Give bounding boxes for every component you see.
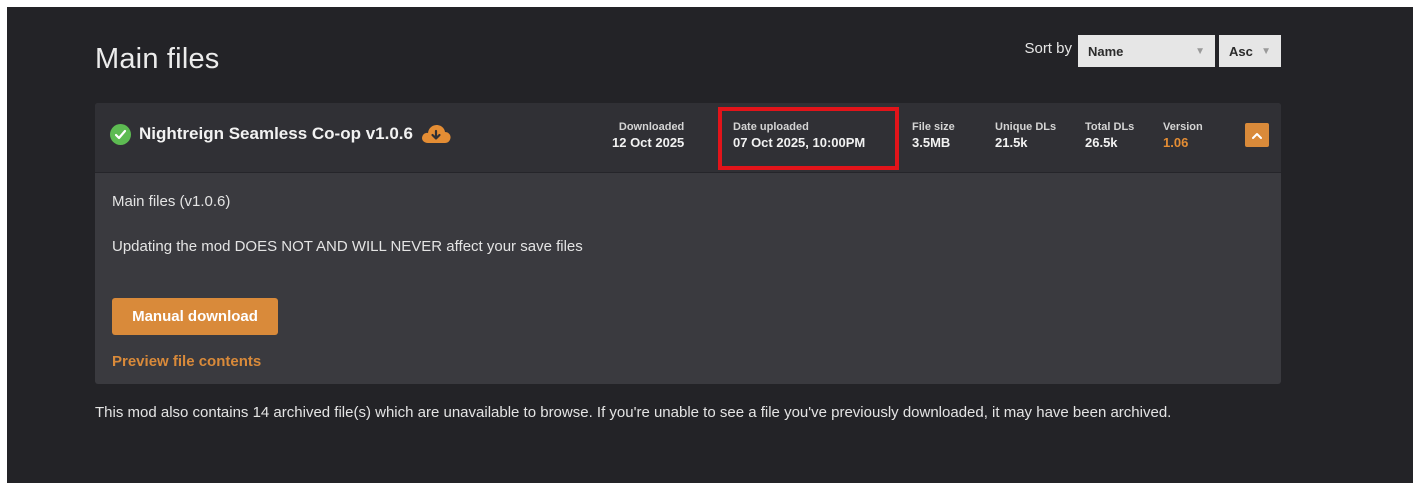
- section-header: Main files Sort by Name ▼ Asc ▼: [95, 33, 1281, 77]
- stat-value: 26.5k: [1085, 135, 1118, 150]
- sort-order-value: Asc: [1229, 43, 1253, 59]
- chevron-down-icon: ▼: [1261, 45, 1271, 57]
- sort-field-value: Name: [1088, 43, 1124, 59]
- collapse-button[interactable]: [1245, 123, 1269, 147]
- stat-label: Downloaded: [618, 121, 685, 133]
- file-description-title: Main files (v1.0.6): [112, 193, 231, 210]
- cloud-download-icon[interactable]: [420, 123, 452, 145]
- sort-field-select[interactable]: Name ▼: [1078, 35, 1215, 67]
- stat-label: Total DLs: [1085, 121, 1135, 133]
- stat-value: 1.06: [1163, 135, 1189, 150]
- stat-version: Version 1.06: [1163, 121, 1203, 150]
- stat-unique-dls: Unique DLs 21.5k: [995, 121, 1056, 150]
- stat-value: 12 Oct 2025: [612, 135, 685, 150]
- chevron-up-icon: [1252, 126, 1262, 144]
- stat-label: Version: [1163, 121, 1203, 133]
- stat-value: 3.5MB: [912, 135, 951, 150]
- stat-downloaded: Downloaded 12 Oct 2025: [612, 121, 684, 150]
- file-card: Nightreign Seamless Co-op v1.0.6 Downloa…: [95, 103, 1281, 384]
- archived-files-note: This mod also contains 14 archived file(…: [95, 404, 1172, 421]
- manual-download-button[interactable]: Manual download: [112, 298, 278, 335]
- page: Main files Sort by Name ▼ Asc ▼ Nightrei…: [7, 7, 1413, 483]
- preview-file-contents-link[interactable]: Preview file contents: [112, 353, 261, 370]
- stat-value: 21.5k: [995, 135, 1028, 150]
- sort-label: Sort by: [1024, 40, 1072, 57]
- file-name: Nightreign Seamless Co-op v1.0.6: [139, 124, 413, 143]
- stat-label: Unique DLs: [995, 121, 1057, 133]
- stat-label: Date uploaded: [733, 121, 809, 133]
- chevron-down-icon: ▼: [1195, 45, 1205, 57]
- stat-date-uploaded: Date uploaded 07 Oct 2025, 10:00PM: [733, 121, 865, 150]
- file-title: Nightreign Seamless Co-op v1.0.6: [110, 123, 452, 145]
- file-description-text: Updating the mod DOES NOT AND WILL NEVER…: [112, 238, 583, 255]
- stat-value: 07 Oct 2025, 10:00PM: [733, 135, 866, 150]
- stat-file-size: File size 3.5MB: [912, 121, 955, 150]
- file-card-header[interactable]: Nightreign Seamless Co-op v1.0.6 Downloa…: [95, 103, 1281, 173]
- check-circle-icon: [110, 123, 131, 145]
- section-title: Main files: [95, 43, 220, 75]
- stat-total-dls: Total DLs 26.5k: [1085, 121, 1134, 150]
- sort-order-select[interactable]: Asc ▼: [1219, 35, 1281, 67]
- stat-label: File size: [912, 121, 955, 133]
